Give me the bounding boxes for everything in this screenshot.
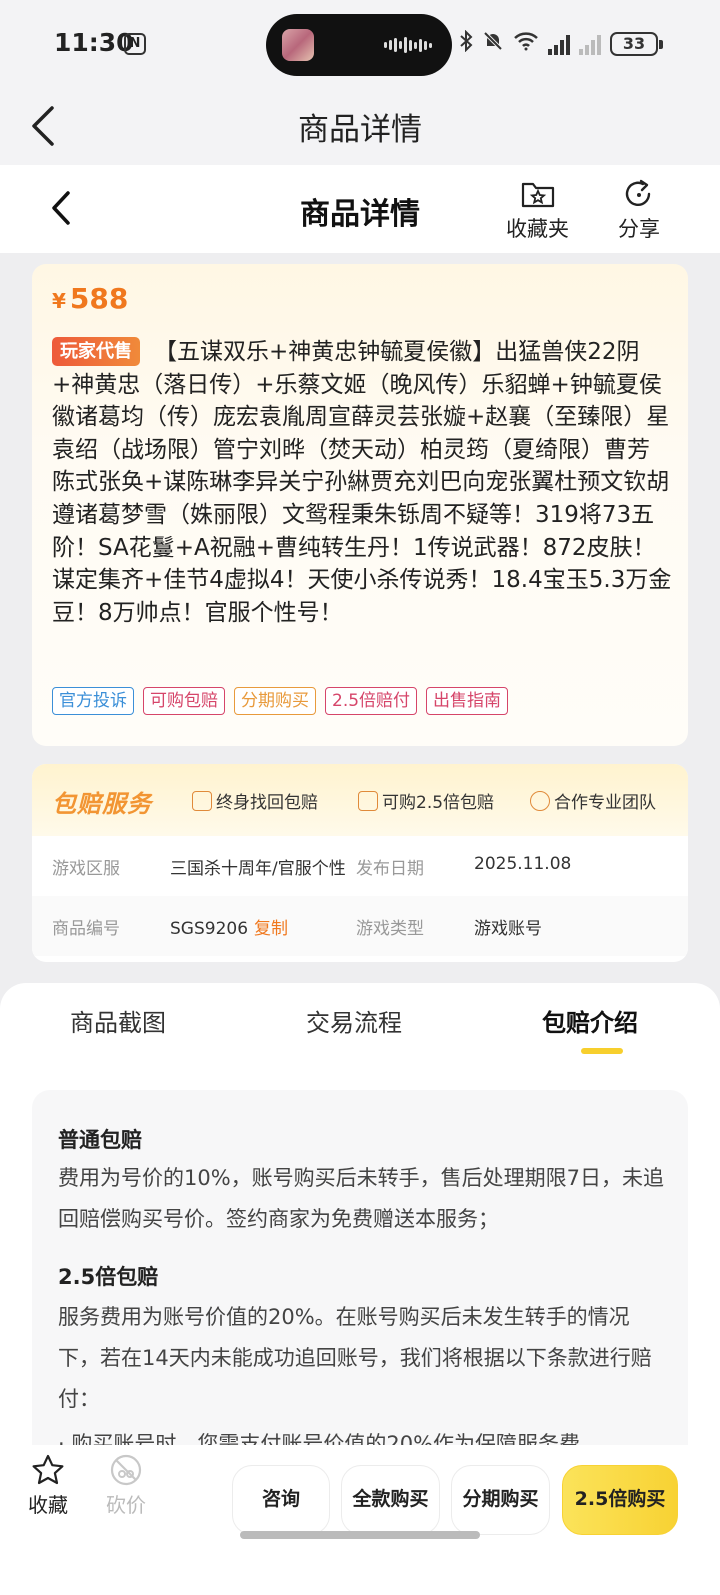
product-id: SGS9206 xyxy=(170,919,249,939)
outer-header: 商品详情 xyxy=(0,90,720,165)
status-time: 11:30 xyxy=(54,28,134,57)
service-brand: 包赔服务 xyxy=(52,790,152,818)
dynamic-island[interactable] xyxy=(266,14,452,76)
service-item-label: 终身找回包赔 xyxy=(216,793,318,813)
double-compensation-buy-button[interactable]: 2.5倍购买 xyxy=(562,1465,678,1535)
info-row-id: 商品编号 SGS9206 复制 游戏类型 游戏账号 xyxy=(32,896,688,956)
favorites-label: 收藏夹 xyxy=(506,217,569,241)
favorites-button[interactable]: 收藏夹 xyxy=(506,179,569,243)
info-row-region: 游戏区服 三国杀十周年/官服个性 发布日期 2025.11.08 xyxy=(32,836,688,896)
normal-compensation-title: 普通包赔 xyxy=(58,1128,142,1152)
currency-symbol: ¥ xyxy=(52,289,66,313)
signal-5g-icon xyxy=(548,33,570,55)
info-label: 游戏类型 xyxy=(356,919,424,939)
share-icon xyxy=(625,179,651,206)
service-item-lifetime: 终身找回包赔 xyxy=(192,788,318,813)
service-item-label: 合作专业团队 xyxy=(554,793,656,813)
info-value: 三国杀十周年/官服个性 xyxy=(170,859,346,879)
info-value: 2025.11.08 xyxy=(474,854,572,874)
collect-button[interactable]: 收藏 xyxy=(28,1453,68,1518)
installment-button[interactable]: 分期购买 xyxy=(451,1465,550,1535)
share-button[interactable]: 分享 xyxy=(618,179,660,243)
info-label: 商品编号 xyxy=(52,919,120,939)
full-payment-button[interactable]: 全款购买 xyxy=(341,1465,440,1535)
compensation-intro: 普通包赔 费用为号价的10%，账号购买后未转手，售后处理期限7日，未追回赔偿购买… xyxy=(32,1090,688,1500)
price: ¥588 xyxy=(52,282,128,315)
tab-screenshots[interactable]: 商品截图 xyxy=(70,1003,166,1038)
shield-icon xyxy=(192,790,212,811)
status-icons: 33 xyxy=(459,29,663,57)
service-banner: 包赔服务 终身找回包赔 可购2.5倍包赔 合作专业团队 xyxy=(32,764,688,836)
product-tag[interactable]: 可购包赔 xyxy=(143,687,225,715)
product-tags: 官方投诉 可购包赔 分期购买 2.5倍赔付 出售指南 xyxy=(52,687,509,715)
product-tag[interactable]: 2.5倍赔付 xyxy=(325,687,418,715)
double-compensation-text: 服务费用为账号价值的20%。在账号购买后未发生转手的情况下，若在14天内未能成功… xyxy=(58,1305,652,1411)
tab-trade-process[interactable]: 交易流程 xyxy=(306,1003,402,1038)
home-indicator[interactable] xyxy=(240,1531,480,1539)
product-tag[interactable]: 官方投诉 xyxy=(52,687,134,715)
media-thumbnail xyxy=(282,29,314,61)
collect-label: 收藏 xyxy=(28,1493,68,1517)
double-compensation-title: 2.5倍包赔 xyxy=(58,1265,159,1289)
outer-page-title: 商品详情 xyxy=(298,112,422,148)
price-value: 588 xyxy=(69,282,129,315)
product-tag[interactable]: 分期购买 xyxy=(234,687,316,715)
star-icon xyxy=(32,1454,64,1485)
team-icon xyxy=(530,790,550,811)
service-item-team: 合作专业团队 xyxy=(530,788,656,813)
bargain-label: 砍价 xyxy=(106,1493,146,1517)
battery-icon: 33 xyxy=(610,31,663,56)
service-card: 包赔服务 终身找回包赔 可购2.5倍包赔 合作专业团队 游戏区服 三国杀十周年/… xyxy=(32,764,688,962)
share-label: 分享 xyxy=(618,217,660,241)
product-card: ¥588 玩家代售 【五谋双乐+神黄忠钟毓夏侯徽】出猛兽侠22阴+神黄忠（落日传）… xyxy=(32,264,688,746)
service-item-label: 可购2.5倍包赔 xyxy=(382,793,495,813)
service-item-2x5: 可购2.5倍包赔 xyxy=(358,788,494,813)
audio-wave-icon xyxy=(384,36,434,54)
bottom-action-bar: 收藏 砍价 咨询 全款购买 分期购买 2.5倍购买 xyxy=(0,1445,720,1555)
folder-star-icon xyxy=(521,182,554,208)
info-value: SGS9206 复制 xyxy=(170,914,288,939)
info-label: 发布日期 xyxy=(356,859,424,879)
mute-bell-icon xyxy=(482,30,504,57)
active-tab-indicator xyxy=(581,1048,623,1054)
seller-type-badge: 玩家代售 xyxy=(52,337,140,366)
page-title: 商品详情 xyxy=(300,197,420,232)
inner-header: 商品详情 收藏夹 分享 xyxy=(0,165,720,253)
wifi-icon xyxy=(513,31,539,56)
copy-button[interactable]: 复制 xyxy=(254,919,288,939)
normal-compensation-text: 费用为号价的10%，账号购买后未转手，售后处理期限7日，未追回赔偿购买号价。签约… xyxy=(58,1166,665,1231)
info-label: 游戏区服 xyxy=(52,859,120,879)
tab-compensation-intro[interactable]: 包赔介绍 xyxy=(542,1003,638,1038)
signal-sim2-icon xyxy=(579,33,601,55)
info-value: 游戏账号 xyxy=(474,919,542,939)
product-tag[interactable]: 出售指南 xyxy=(426,687,509,715)
description-text: 【五谋双乐+神黄忠钟毓夏侯徽】出猛兽侠22阴+神黄忠（落日传）+乐蔡文姬（晚风传… xyxy=(52,339,672,626)
bluetooth-icon xyxy=(459,29,473,57)
receipt-icon xyxy=(358,790,378,811)
nfc-icon: N xyxy=(124,33,146,55)
bargain-disabled-icon xyxy=(110,1454,142,1486)
bargain-button[interactable]: 砍价 xyxy=(106,1453,146,1518)
status-bar: 11:30 N 33 xyxy=(0,0,720,90)
product-description: 玩家代售 【五谋双乐+神黄忠钟毓夏侯徽】出猛兽侠22阴+神黄忠（落日传）+乐蔡文姬… xyxy=(52,336,672,629)
consult-button[interactable]: 咨询 xyxy=(232,1465,330,1535)
